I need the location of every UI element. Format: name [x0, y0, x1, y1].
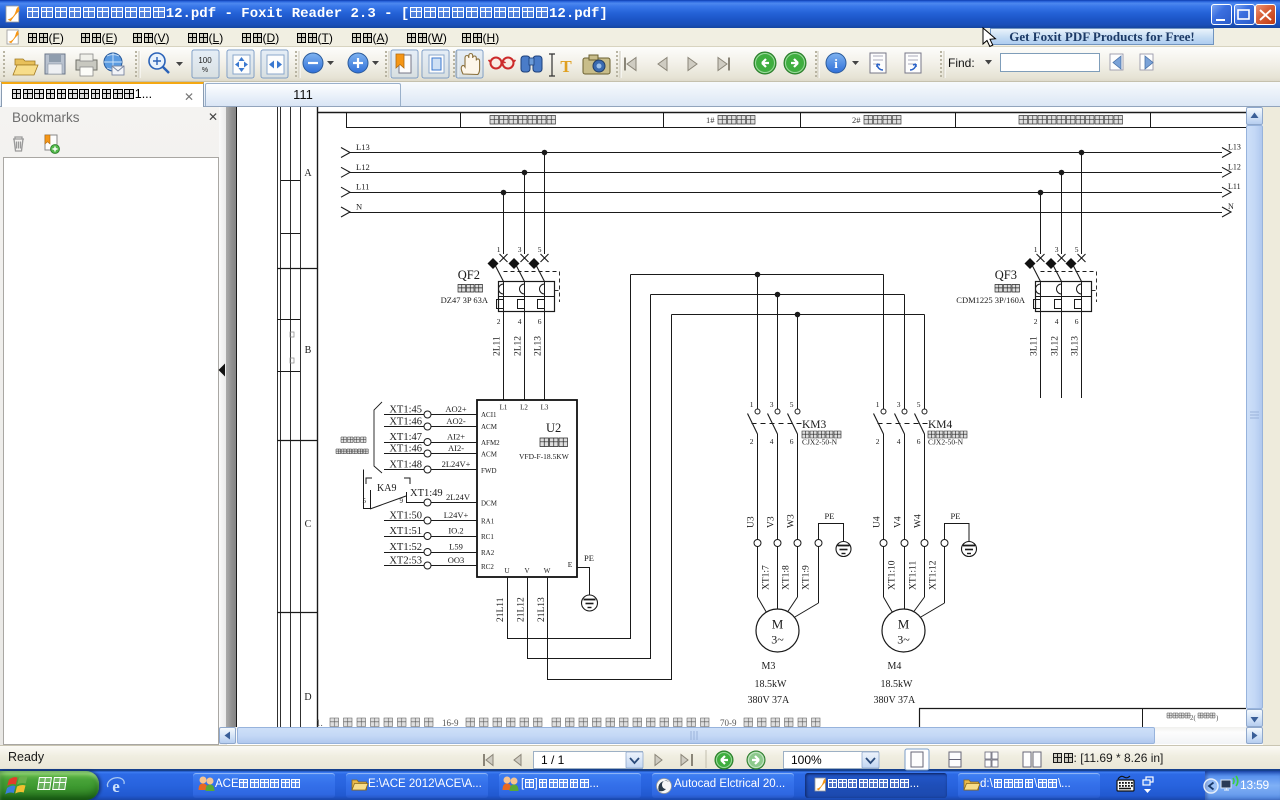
svg-text:T: T — [560, 57, 572, 76]
svg-text:%: % — [202, 67, 208, 74]
svg-text:i: i — [834, 56, 838, 71]
svg-text:100: 100 — [198, 56, 212, 65]
svg-text:e: e — [112, 777, 120, 796]
